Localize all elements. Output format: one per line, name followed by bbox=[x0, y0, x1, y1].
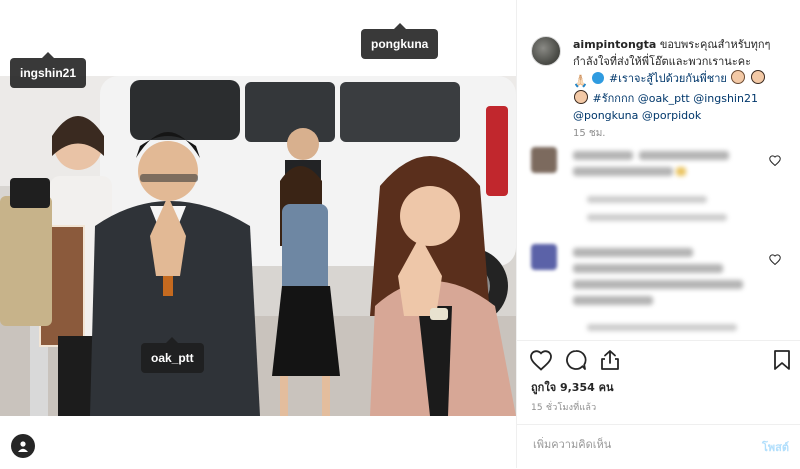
blurred-avatar bbox=[531, 147, 557, 173]
caption-text: aimpintongta ขอบพระคุณสำหรับทุกๆ กำลังใจ… bbox=[573, 36, 793, 124]
comment-like-icon[interactable] bbox=[769, 155, 781, 166]
blurred-comment bbox=[531, 147, 781, 227]
man-face-emoji bbox=[731, 70, 746, 84]
caption-line: ขอบพระคุณสำหรับทุกๆ bbox=[659, 38, 771, 51]
comment-icon[interactable] bbox=[565, 349, 587, 371]
user-tags-button[interactable] bbox=[11, 434, 35, 458]
comment-input[interactable] bbox=[531, 437, 735, 452]
share-icon[interactable] bbox=[599, 349, 621, 371]
heart-icon[interactable] bbox=[529, 349, 553, 371]
post-actions bbox=[517, 340, 800, 371]
caption-line: กำลังใจที่ส่งให้พี่โอ๊ตและพวกเรานะคะ bbox=[573, 55, 751, 68]
post-timestamp[interactable]: 15 ชั่วโมงที่แล้ว bbox=[531, 400, 596, 414]
bookmark-icon[interactable] bbox=[773, 349, 791, 371]
blue-heart-emoji bbox=[592, 72, 605, 84]
post-photo[interactable] bbox=[0, 76, 516, 416]
user-tag-label: oak_ptt bbox=[151, 351, 194, 365]
avatar[interactable] bbox=[531, 36, 561, 66]
post-caption: aimpintongta ขอบพระคุณสำหรับทุกๆ กำลังใจ… bbox=[531, 36, 793, 124]
blurred-text bbox=[573, 151, 633, 160]
comment-like-icon[interactable] bbox=[769, 254, 781, 265]
hashtag-link[interactable]: #เราจะสู้ไปด้วยกันพี่ชาย bbox=[609, 72, 727, 85]
user-tag-label: ingshin21 bbox=[20, 66, 77, 80]
blurred-text bbox=[639, 151, 729, 160]
blurred-text bbox=[573, 167, 673, 176]
blurred-comment bbox=[531, 244, 781, 340]
caption-timestamp[interactable]: 15 ชม. bbox=[573, 126, 605, 141]
post-media: ingshin21 pongkuna oak_ptt bbox=[0, 0, 516, 468]
blurred-text bbox=[573, 248, 693, 257]
blurred-text bbox=[573, 280, 743, 289]
blurred-text bbox=[587, 214, 727, 221]
mention-link[interactable]: @porpidok bbox=[642, 109, 701, 122]
praying-hands-emoji: 🙏🏻 bbox=[573, 74, 588, 88]
likes-count[interactable]: ถูกใจ 9,354 คน bbox=[531, 378, 613, 396]
hashtag-link[interactable]: #รักกกก bbox=[593, 92, 635, 105]
user-tags-icon bbox=[18, 441, 28, 452]
blurred-text bbox=[676, 167, 686, 176]
user-tag-label: pongkuna bbox=[371, 37, 429, 51]
user-tag-oak-ptt[interactable]: oak_ptt bbox=[141, 337, 204, 373]
mention-link[interactable]: @pongkuna bbox=[573, 109, 638, 122]
user-tag-pongkuna[interactable]: pongkuna bbox=[361, 23, 439, 59]
post-comment-button[interactable]: โพสต์ bbox=[762, 438, 789, 456]
woman-face-emoji bbox=[750, 70, 765, 84]
mention-link[interactable]: @oak_ptt bbox=[638, 92, 690, 105]
mention-link[interactable]: @ingshin21 bbox=[693, 92, 758, 105]
blurred-text bbox=[587, 324, 737, 331]
user-tag-ingshin21[interactable]: ingshin21 bbox=[10, 52, 87, 88]
photo-illustration bbox=[0, 76, 516, 416]
woman-face-emoji bbox=[574, 90, 588, 104]
add-comment-bar: โพสต์ bbox=[517, 424, 800, 469]
caption-username[interactable]: aimpintongta bbox=[573, 38, 656, 51]
blurred-text bbox=[573, 296, 653, 305]
blurred-avatar bbox=[531, 244, 557, 270]
post-sidebar: aimpintongta ขอบพระคุณสำหรับทุกๆ กำลังใจ… bbox=[516, 0, 800, 468]
blurred-text bbox=[573, 264, 723, 273]
blurred-text bbox=[587, 196, 707, 203]
